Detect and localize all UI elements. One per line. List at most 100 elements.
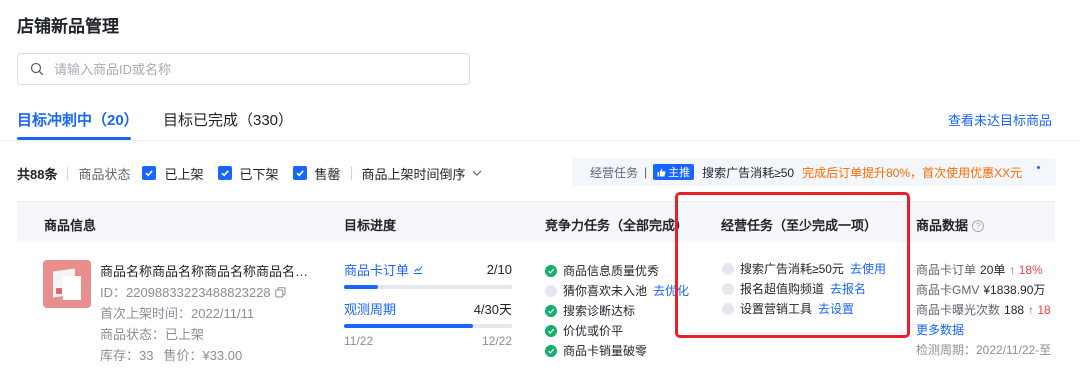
metric-name: 商品卡GMV — [916, 283, 980, 297]
product-thumbnail[interactable] — [43, 260, 91, 308]
period-progress-line: 观测周期 4/30天 — [344, 299, 512, 318]
checkbox-checked-icon[interactable] — [217, 166, 232, 180]
featured-badge: 主推 — [653, 164, 695, 180]
pending-circle-icon — [722, 263, 734, 275]
search-box[interactable] — [17, 53, 470, 85]
metric-progress-bar — [344, 285, 512, 289]
period-progress-bar — [344, 324, 512, 328]
badge-label: 主推 — [668, 167, 691, 179]
operation-action-link[interactable]: 去设置 — [818, 299, 854, 319]
data-metric-gmv: 商品卡GMV ¥1838.90万 — [916, 280, 1051, 300]
check-circle-icon — [545, 265, 557, 277]
checkbox-sold-out[interactable]: 售罄 — [292, 164, 341, 183]
view-unmet-goods-link[interactable]: 查看未达目标商品 — [948, 110, 1052, 129]
competitive-item: 商品卡销量破零 — [545, 341, 689, 361]
pending-circle-icon — [545, 285, 557, 297]
banner-task-text: 搜索广告消耗≥50 — [702, 165, 795, 180]
goal-progress: 商品卡订单 2/10 观测周期 4/30天 11/22 12/22 — [344, 260, 512, 348]
header-operation-tasks: 经营任务（至少完成一项） — [721, 218, 878, 233]
competitive-item: 价优或价平 — [545, 321, 689, 341]
metric-value: 188 — [1004, 303, 1025, 317]
data-metric-orders: 商品卡订单 20单 ↑ 18% — [916, 260, 1051, 280]
operation-action-link[interactable]: 去使用 — [850, 259, 886, 279]
price: 售价：¥33.00 — [163, 348, 243, 363]
chart-trend-icon — [413, 266, 423, 274]
checkbox-delisted[interactable]: 已下架 — [217, 164, 279, 183]
banner-promo-text: 完成后订单提升80%，首次使用优惠XX元 — [802, 165, 1023, 180]
help-icon[interactable]: ? — [972, 220, 985, 232]
more-data-link[interactable]: 更多数据 — [916, 323, 964, 337]
tab-completed[interactable]: 目标已完成（330） — [163, 109, 293, 130]
competitive-item: 商品信息质量优秀 — [545, 261, 689, 281]
product-name[interactable]: 商品名称商品名称商品名称商品名称商品... — [100, 261, 315, 282]
metric-value: 2/10 — [486, 262, 512, 277]
stock: 库存：33 — [100, 348, 154, 363]
checkbox-label: 已下架 — [239, 166, 279, 182]
operation-item: 搜索广告消耗≥50元 去使用 — [722, 259, 886, 279]
stock-price-row: 库存：33 售价：¥33.00 — [100, 345, 315, 366]
period-progress-fill — [344, 324, 473, 328]
operation-task-banner: 经营任务 | 主推 搜索广告消耗≥50 完成后订单提升80%，首次使用优惠XX元 — [572, 158, 1056, 186]
divider — [67, 166, 69, 180]
chevron-down-icon — [472, 170, 481, 176]
competitive-label: 猜你喜欢未入池 — [563, 284, 648, 298]
operation-label: 搜索广告消耗≥50元 — [740, 262, 844, 276]
competitive-item: 搜索诊断达标 — [545, 301, 689, 321]
period-label: 观测周期 — [344, 302, 397, 317]
check-circle-icon — [545, 325, 557, 337]
competitive-label: 搜索诊断达标 — [563, 304, 636, 318]
product-data: 商品卡订单 20单 ↑ 18% 商品卡GMV ¥1838.90万 商品卡曝光次数 188… — [916, 260, 1051, 360]
table-row: 商品名称商品名称商品名称商品名称商品... ID：220988332234888… — [17, 242, 1055, 374]
metric-name: 商品卡曝光次数 — [916, 303, 1001, 317]
check-circle-icon — [545, 305, 557, 317]
tab-in-progress[interactable]: 目标冲刺中（20） — [17, 109, 139, 130]
metric-progress-fill — [344, 285, 378, 289]
banner-label: 经营任务 — [590, 165, 639, 180]
period-end-date: 12/22 — [481, 334, 512, 348]
competitive-item: 猜你喜欢未入池 去优化 — [545, 281, 689, 301]
header-product-data: 商品数据? — [916, 215, 985, 234]
thumbs-up-icon — [657, 168, 666, 176]
competitive-action-link[interactable]: 去优化 — [653, 281, 689, 301]
product-table: 商品信息 目标进度 竞争力任务（全部完成） 经营任务（至少完成一项） 商品数据?… — [17, 201, 1055, 374]
tabs-divider — [0, 140, 1080, 141]
product-id: ID：22098833223488823228 — [100, 285, 271, 300]
banner-separator: | — [644, 165, 648, 179]
operation-label: 报名超值购频道 — [740, 282, 825, 296]
status-filter-label: 商品状态 — [78, 166, 131, 182]
sort-dropdown[interactable]: 商品上架时间倒序 — [362, 164, 482, 183]
trend-up: ↑ 18% — [1009, 263, 1043, 277]
header-competitive-tasks: 竞争力任务（全部完成） — [545, 218, 689, 233]
table-header: 商品信息 目标进度 竞争力任务（全部完成） 经营任务（至少完成一项） 商品数据? — [17, 202, 1055, 242]
total-count: 共88条 — [17, 166, 58, 182]
metric-progress-line: 商品卡订单 2/10 — [344, 260, 512, 279]
checkbox-listed[interactable]: 已上架 — [142, 164, 204, 183]
metric-label-wrap[interactable]: 商品卡订单 — [344, 260, 423, 279]
first-listed-time: 首次上架时间：2022/11/11 — [100, 306, 255, 321]
pending-circle-icon — [722, 303, 734, 315]
checkbox-checked-icon[interactable] — [292, 166, 307, 180]
search-icon — [30, 62, 44, 76]
checkbox-checked-icon[interactable] — [142, 166, 157, 180]
competitive-label: 商品信息质量优秀 — [563, 264, 660, 278]
metric-label: 商品卡订单 — [344, 263, 410, 278]
filter-bar: 共88条 商品状态 已上架 已下架 售罄 商品上架时间倒序 — [17, 162, 482, 184]
copy-icon[interactable] — [274, 287, 286, 298]
page-title: 店铺新品管理 — [17, 17, 119, 36]
period-dates: 11/22 12/22 — [344, 334, 512, 348]
metric-name: 商品卡订单 — [916, 263, 977, 277]
header-goal-progress: 目标进度 — [344, 218, 397, 233]
divider — [350, 166, 352, 180]
product-id-row: ID：22098833223488823228 — [100, 282, 315, 303]
search-input[interactable] — [54, 61, 434, 77]
product-status: 商品状态：已上架 — [100, 327, 205, 342]
pending-circle-icon — [722, 283, 734, 295]
competitive-task-list: 商品信息质量优秀 猜你喜欢未入池 去优化 搜索诊断达标 价优或价平 商品卡销量破零 — [545, 261, 689, 361]
data-metric-impressions: 商品卡曝光次数 188 ↑ 18 — [916, 300, 1051, 320]
operation-action-link[interactable]: 去报名 — [830, 279, 866, 299]
period-value: 4/30天 — [473, 302, 512, 317]
metric-value: 20单 — [980, 263, 1006, 277]
detection-period: 检测周期：2022/11/22-至 — [916, 343, 1052, 357]
competitive-label: 商品卡销量破零 — [563, 344, 648, 358]
checkbox-label: 售罄 — [314, 166, 341, 182]
